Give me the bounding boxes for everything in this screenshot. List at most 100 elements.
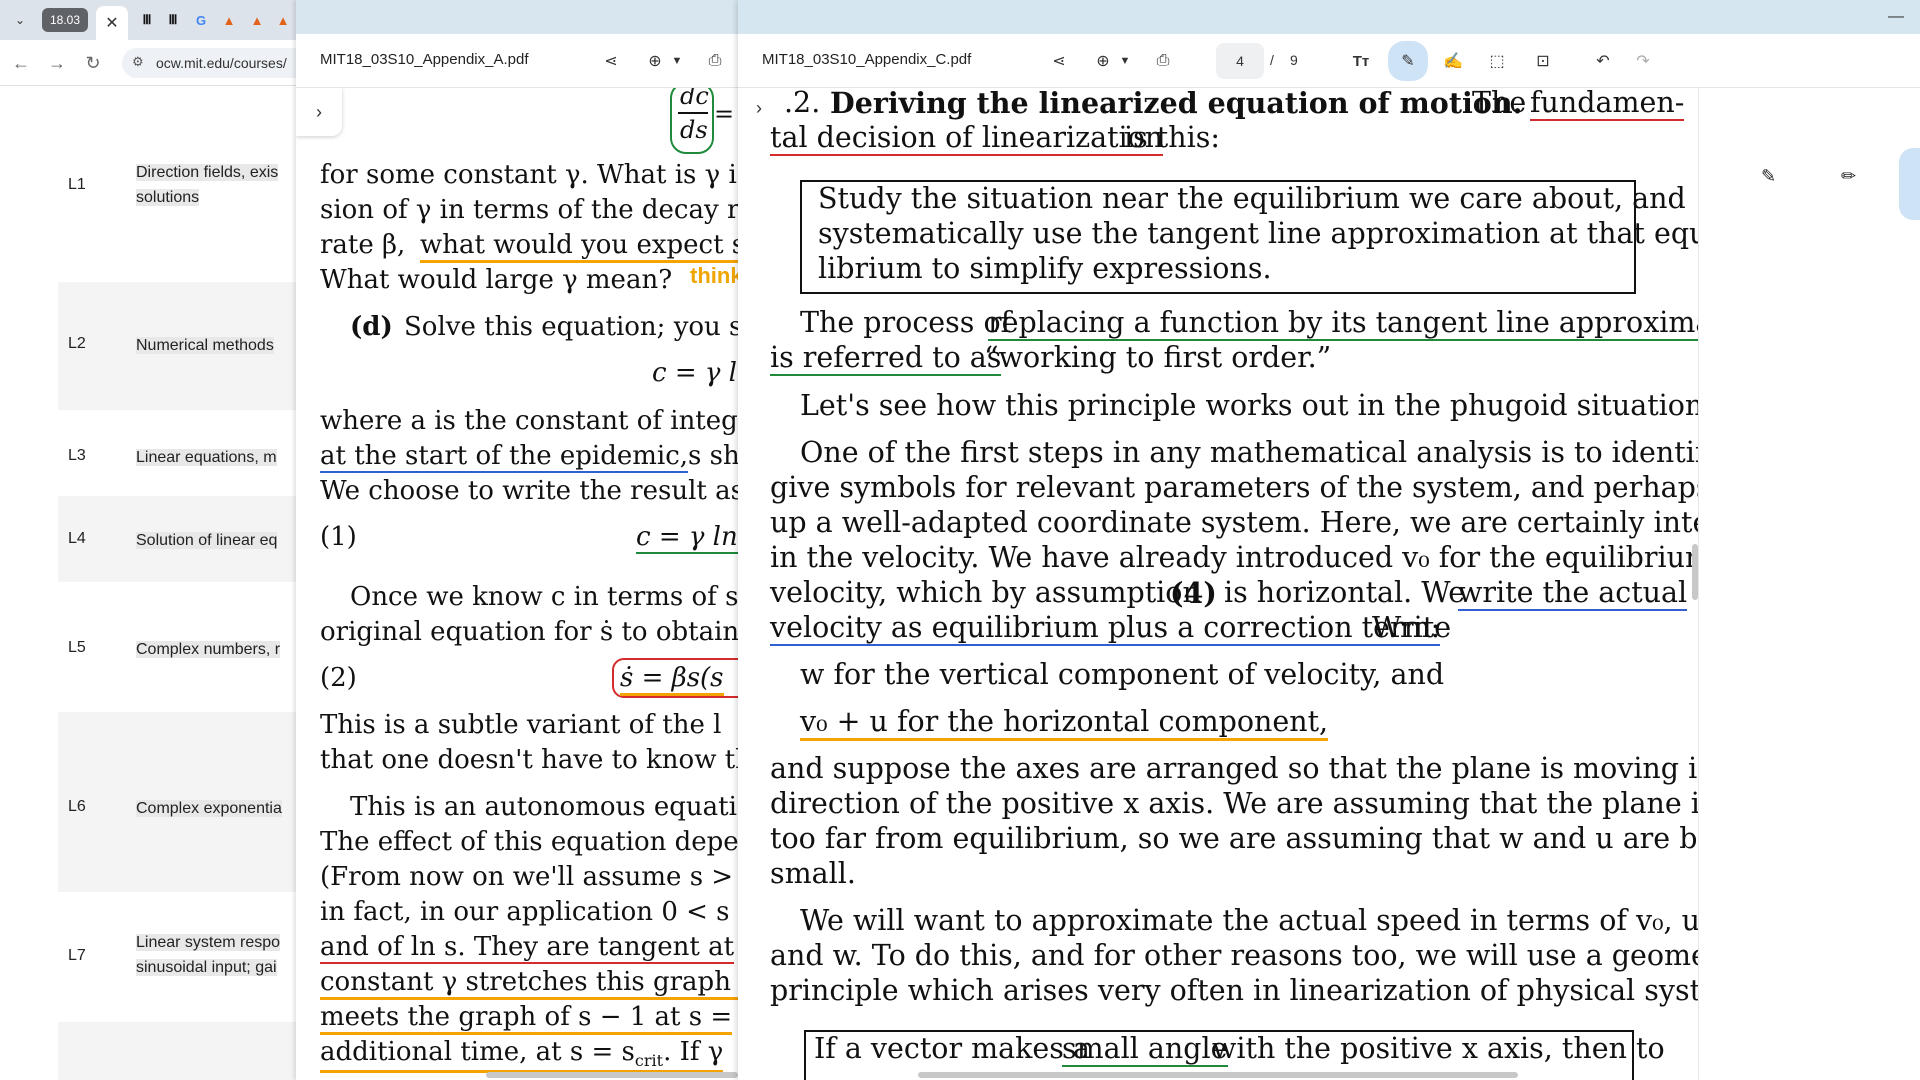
text-line: small. [770,857,856,890]
annotation-pen-panel: ✎ ✏ [1698,88,1920,1080]
text-line: principle which arises very often in lin… [770,974,1698,1007]
list-item[interactable]: L4 Solution of linear eq [58,496,296,582]
course-title[interactable]: Direction fields, exis solutions [136,160,296,210]
fraction-numerator: dc [680,88,709,110]
text-line: and suppose the axes are arranged so tha… [770,752,1698,785]
list-item[interactable]: L2 Numerical methods [58,282,296,410]
text-line: Write [1372,611,1452,644]
matlab-favicon-icon[interactable]: ▲ [248,11,266,29]
text-line: for some constant γ. What is γ i [320,160,737,190]
list-item[interactable]: L7 Linear system respo sinusoidal input; … [58,892,296,1022]
matlab-favicon-icon[interactable]: ▲ [220,11,238,29]
minimize-icon[interactable]: — [1888,8,1904,26]
underlined-text: fundamen- [1530,88,1685,121]
underlined-text: meets the graph of s − 1 at s = [320,1002,733,1035]
equation: c = γ l [652,358,737,388]
course-list: L1 Direction fields, exis solutions L2 Nu… [0,86,296,1080]
course-code: L7 [68,947,86,964]
text-line: (From now on we'll assume s > [320,862,734,892]
list-item[interactable] [58,1022,296,1080]
active-pen-tab[interactable] [1899,148,1920,220]
share-icon[interactable]: ⋖ [596,46,626,76]
list-item-text: w for the vertical component of velocity… [800,658,1445,691]
redo-icon[interactable]: ↷ [1628,46,1658,76]
text-line: We will want to approximate the actual s… [800,904,1698,937]
address-bar[interactable]: ⚙ ocw.mit.edu/courses/ [122,48,296,78]
text-line: One of the first steps in any mathematic… [800,436,1698,469]
highlighter-tool-icon[interactable]: ✏ [1841,166,1856,187]
course-title[interactable]: Complex numbers, r [136,637,296,662]
course-code: L4 [68,530,86,547]
reload-icon[interactable]: ↻ [82,52,104,74]
tab-group-chip[interactable]: 18.03 [42,8,88,32]
text-line: This is a subtle variant of the l [320,710,722,740]
text-format-icon[interactable]: Tт [1346,46,1376,76]
equation: c = γ ln [636,522,738,554]
forward-arrow-icon[interactable]: → [46,52,68,74]
close-tab-icon[interactable]: ✕ [105,13,118,33]
zoom-dropdown-chevron-icon[interactable]: ▼ [1110,46,1140,76]
course-title[interactable]: Complex exponentia [136,796,296,821]
horizontal-scrollbar[interactable] [918,1072,1518,1078]
horizontal-scrollbar[interactable] [486,1072,738,1078]
list-item[interactable]: L3 Linear equations, m [58,410,296,496]
underlined-text: velocity as equilibrium plus a correctio… [770,611,1441,646]
page-separator: / [1270,52,1274,68]
underlined-text: tal decision of linearization [770,121,1164,156]
text-line: “working to first order.” [984,341,1332,374]
list-item[interactable]: L6 Complex exponentia [58,712,296,892]
back-arrow-icon[interactable]: ← [10,52,32,74]
text-line: sion of γ in terms of the decay ra [320,195,738,225]
course-code: L1 [68,176,86,193]
share-icon[interactable]: ⋖ [1044,46,1074,76]
box-text: librium to simplify expressions. [818,252,1272,285]
box-text: If a vector makes a [814,1032,1090,1065]
text-line: where a is the constant of integr [320,406,738,436]
text-line: is horizontal. We [1224,576,1466,609]
screenshot-icon[interactable]: ⊡ [1528,46,1558,76]
print-icon[interactable]: ⎙ [700,46,730,76]
list-item[interactable]: L5 Complex numbers, r [58,582,296,712]
annotation-think-label: think [690,263,738,288]
list-item[interactable]: L1 Direction fields, exis solutions [58,86,296,282]
text-line: original equation for ṡ to obtain [320,617,738,647]
course-title[interactable]: Linear equations, m [136,445,296,470]
underlined-text: what would you expect s [420,230,738,263]
draw-annotation-icon[interactable]: ✎ [1388,41,1428,81]
text-line: rate β, [320,230,406,260]
matlab-favicon-icon[interactable]: ▲ [274,11,292,29]
fraction-bar [678,112,708,114]
site-settings-icon[interactable]: ⚙ [132,54,144,70]
text-line: give symbols for relevant parameters of … [770,471,1698,504]
underlined-text: constant γ stretches this graph v [320,967,738,1000]
text-line: in the velocity. We have already introdu… [770,541,1698,574]
text-line: The [1472,88,1527,119]
address-url[interactable]: ocw.mit.edu/courses/ [156,55,287,71]
text-line: This is an autonomous equatio [350,792,738,822]
section-heading: Deriving the linearized equation of moti… [830,88,1523,120]
mit-favicon-icon[interactable]: Ⅲ [138,11,156,29]
select-area-icon[interactable]: ⬚ [1482,46,1512,76]
window-titlebar [296,0,738,34]
signature-icon[interactable]: ✍ [1438,46,1468,76]
print-icon[interactable]: ⎙ [1148,46,1178,76]
active-tab[interactable]: ✕ [96,6,128,40]
pdf-viewer-appendix-c: — MIT18_03S10_Appendix_C.pdf ⋖ ⊕ ▼ ⎙ 4 /… [738,0,1920,1080]
course-title[interactable]: Solution of linear eq [136,528,296,553]
undo-icon[interactable]: ↶ [1588,46,1618,76]
course-title[interactable]: Linear system respo sinusoidal input; gai [136,930,296,980]
course-code: L3 [68,447,86,464]
sidebar-toggle-chevron-icon[interactable]: › [296,88,342,136]
text-line: What would large γ mean? [320,265,673,295]
page-number-input[interactable]: 4 [1216,43,1264,79]
box-text: Study the situation near the equilibrium… [818,182,1686,215]
course-title[interactable]: Numerical methods [136,333,296,358]
pdf-toolbar: MIT18_03S10_Appendix_A.pdf ⋖ ⊕ ▼ ⎙ [296,34,738,88]
text-line: too far from equilibrium, so we are assu… [770,822,1698,855]
tab-search-chevron-icon[interactable]: ⌄ [8,8,32,32]
pen-tool-icon[interactable]: ✎ [1761,166,1776,187]
zoom-dropdown-chevron-icon[interactable]: ▼ [662,46,692,76]
google-favicon-icon[interactable]: G [192,11,210,29]
text-line: in fact, in our application 0 < s [320,897,730,927]
mit-favicon-icon[interactable]: Ⅲ [164,11,182,29]
